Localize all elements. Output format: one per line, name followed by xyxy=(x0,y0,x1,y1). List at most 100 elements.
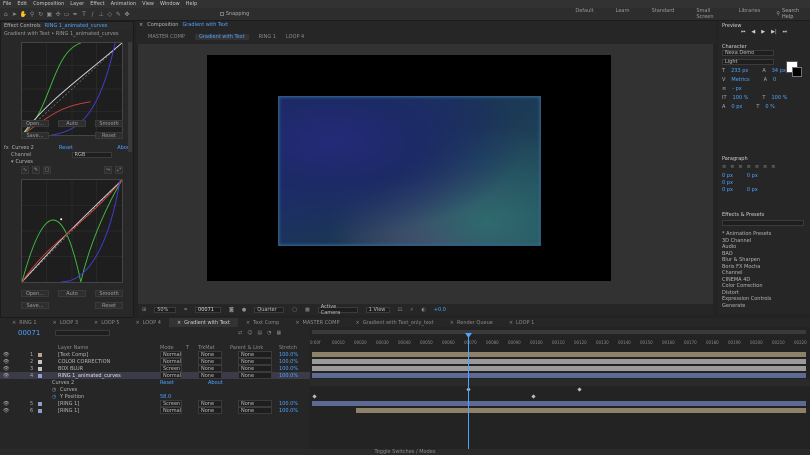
menu-animation[interactable]: Animation xyxy=(111,1,137,7)
menu-file[interactable]: File xyxy=(3,1,11,7)
auto-button[interactable]: Auto xyxy=(58,120,86,127)
space-after-value[interactable]: 0 px xyxy=(747,187,758,193)
stopwatch-active-icon[interactable]: ◷ xyxy=(52,393,56,400)
type-tool-icon[interactable]: T xyxy=(81,11,87,18)
track-row[interactable] xyxy=(310,393,810,400)
track-row[interactable] xyxy=(310,365,810,372)
rectangle-tool-icon[interactable]: ▭ xyxy=(64,11,70,18)
effect-about-link[interactable]: About xyxy=(208,379,223,386)
stroke-color-swatch[interactable] xyxy=(792,67,802,77)
time-ruler[interactable]: 0:00f 00010 00020 00030 00040 00050 0006… xyxy=(310,333,810,345)
track-row[interactable] xyxy=(310,407,810,414)
timeline-tab-master-comp[interactable]: × MASTER COMP xyxy=(287,318,347,327)
tracking-value[interactable]: 0 xyxy=(773,77,776,83)
curve-size-icon[interactable]: ▢ xyxy=(43,166,51,174)
layer-label-color[interactable] xyxy=(38,365,44,372)
save-button[interactable]: Save... xyxy=(21,132,49,139)
timeline-tab-gradient-only-text[interactable]: × Gradient with Text_only_text xyxy=(347,318,441,327)
effects-item[interactable]: * Animation Presets xyxy=(722,231,771,238)
property-name[interactable]: Curves xyxy=(60,386,77,393)
layer-mode[interactable]: Normal xyxy=(160,358,182,365)
font-size-value[interactable]: 233 px xyxy=(731,68,748,74)
align-left-icon[interactable]: ≡ xyxy=(722,164,726,170)
close-icon[interactable]: × xyxy=(53,320,57,326)
justify-all-icon[interactable]: ≡ xyxy=(771,164,775,170)
property-row[interactable]: ◷ Y Position 58.0 xyxy=(0,393,310,400)
layer-duration-bar[interactable] xyxy=(312,401,806,406)
eye-icon[interactable]: 👁 xyxy=(3,358,9,365)
layer-name[interactable]: BOX BLUR xyxy=(58,365,83,372)
pen-tool-icon[interactable]: ✒ xyxy=(72,11,78,18)
layer-mode[interactable]: Normal xyxy=(160,351,182,358)
layer-trkmat[interactable]: None xyxy=(198,407,222,414)
shy-icon[interactable]: ☺ xyxy=(247,330,252,336)
menu-layer[interactable]: Layer xyxy=(70,1,84,7)
font-family-select[interactable]: Nexa Demo xyxy=(722,50,774,56)
timeline-current-time[interactable]: 00071 xyxy=(18,329,40,337)
current-time-field[interactable]: 00071 xyxy=(195,306,222,313)
track-row[interactable] xyxy=(310,358,810,365)
search-help[interactable]: ⚲ Search Help xyxy=(776,8,810,20)
transparency-grid-icon[interactable]: ▩ xyxy=(305,307,310,313)
workspace-libraries[interactable]: Libraries xyxy=(739,8,761,20)
layer-mode[interactable]: Normal xyxy=(160,407,182,414)
reset-button-2[interactable]: Reset xyxy=(95,302,123,309)
layer-name[interactable]: [Text Comp] xyxy=(58,351,88,358)
layer-parent[interactable]: None xyxy=(238,407,272,414)
layer-duration-bar[interactable] xyxy=(312,373,806,378)
close-icon[interactable]: × xyxy=(509,320,513,326)
graph-editor-icon[interactable]: ▦ xyxy=(277,330,282,336)
subtab-loop-4[interactable]: LOOP 4 xyxy=(286,34,304,40)
timeline-track-area[interactable]: 0:00f 00010 00020 00030 00040 00050 0006… xyxy=(310,327,810,449)
close-icon[interactable]: × xyxy=(135,320,139,326)
fx-reset-link[interactable]: Reset xyxy=(59,145,73,151)
property-name[interactable]: Y Position xyxy=(60,393,84,400)
reset-button[interactable]: Reset xyxy=(95,132,123,139)
leading-value[interactable]: 34 px xyxy=(772,68,786,74)
layer-row[interactable]: 👁 5 [RING 1] Screen None None 100.0% xyxy=(0,400,310,407)
layer-name[interactable]: RING 1_animated_curves xyxy=(58,372,121,379)
layer-label-color[interactable] xyxy=(38,400,44,407)
close-icon[interactable]: × xyxy=(177,320,181,326)
layer-duration-bar[interactable] xyxy=(312,366,806,371)
camera-select[interactable]: Active Camera xyxy=(317,304,358,316)
layer-trkmat[interactable]: None xyxy=(198,372,222,379)
timeline-search-input[interactable] xyxy=(55,330,110,336)
hand-tool-icon[interactable]: ✋ xyxy=(20,11,27,18)
close-icon[interactable]: × xyxy=(12,320,16,326)
home-icon[interactable]: ⌂ xyxy=(3,11,9,18)
layer-label-color[interactable] xyxy=(38,358,44,365)
keyframe[interactable] xyxy=(531,394,536,399)
layer-name[interactable]: [RING 1] xyxy=(58,400,79,407)
eye-icon[interactable]: 👁 xyxy=(3,365,9,372)
curve-point-icon[interactable]: ∿ xyxy=(21,166,29,174)
open-button[interactable]: Open... xyxy=(21,120,49,127)
layer-stretch[interactable]: 100.0% xyxy=(279,400,298,407)
align-center-icon[interactable]: ≡ xyxy=(730,164,734,170)
effect-reset-link[interactable]: Reset xyxy=(160,379,174,386)
composition-tab[interactable]: × Composition Gradient with Text xyxy=(136,21,716,29)
subtab-gradient-with-text[interactable]: Gradient with Text xyxy=(194,33,249,40)
curve-draw-icon[interactable]: ⤢ xyxy=(115,166,123,174)
workspace-standard[interactable]: Standard xyxy=(652,8,675,20)
save-button-2[interactable]: Save... xyxy=(21,302,49,309)
indent-first-value[interactable]: 0 px xyxy=(722,180,733,186)
layer-parent[interactable]: None xyxy=(238,351,272,358)
rotate-tool-icon[interactable]: ↻ xyxy=(38,11,44,18)
effects-item[interactable]: Expression Controls xyxy=(722,296,771,303)
timeline-tab-gradient-with-text[interactable]: × Gradient with Text xyxy=(168,318,238,327)
camera-tool-icon[interactable]: ▣ xyxy=(47,11,53,18)
space-before-value[interactable]: 0 px xyxy=(722,187,733,193)
first-frame-icon[interactable]: ⏮ xyxy=(741,29,746,38)
gradient-layer-preview[interactable] xyxy=(278,96,541,246)
font-style-select[interactable]: Light xyxy=(722,59,774,65)
layer-row[interactable]: 👁 3 BOX BLUR Screen None None 100.0% xyxy=(0,365,310,372)
track-row[interactable] xyxy=(310,379,810,386)
motion-blur-icon[interactable]: ◔ xyxy=(267,330,271,336)
play-icon[interactable]: ▶ xyxy=(761,29,765,38)
timeline-tab-loop-5[interactable]: × LOOP 5 xyxy=(86,318,127,327)
workspace-learn[interactable]: Learn xyxy=(616,8,630,20)
layer-stretch[interactable]: 100.0% xyxy=(279,407,298,414)
curve-bezier-icon[interactable]: ⤳ xyxy=(104,166,112,174)
menu-effect[interactable]: Effect xyxy=(90,1,104,7)
